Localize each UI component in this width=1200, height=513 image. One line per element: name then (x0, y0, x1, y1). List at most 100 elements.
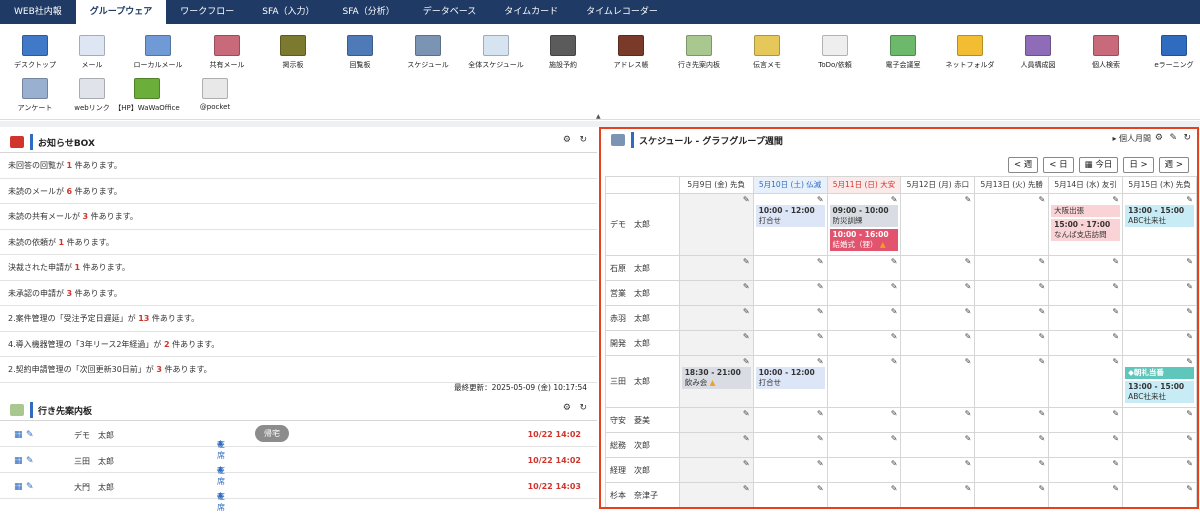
notice-item[interactable]: 4.導入機器管理の「3年リース2年経過」が 2 件あります。 (0, 332, 597, 357)
notice-item[interactable]: 2.契約申請管理の「次回更新30日前」が 3 件あります。 (0, 357, 597, 383)
member-name[interactable]: 営業 太郎 (605, 280, 680, 306)
nav-tab[interactable]: タイムレコーダー (572, 0, 672, 24)
schedule-cell[interactable]: ✎ (1122, 432, 1197, 458)
schedule-cell[interactable]: ✎ (826, 330, 902, 356)
edit-icon[interactable]: ✎ (743, 434, 750, 443)
schedule-cell[interactable]: ✎ (678, 432, 754, 458)
edit-icon[interactable]: ✎ (743, 307, 750, 316)
edit-icon[interactable]: ✎ (965, 484, 972, 493)
toolbar-facility-button[interactable]: 施設予約 (528, 30, 598, 70)
notice-item[interactable]: 未読のメールが 6 件あります。 (0, 179, 597, 204)
toolbar-local-mail-button[interactable]: ローカルメール (123, 30, 193, 70)
toolbar-group-schedule-button[interactable]: 全体スケジュール (461, 30, 531, 70)
edit-icon[interactable]: ✎ (891, 434, 898, 443)
schedule-cell[interactable]: ✎ (974, 193, 1050, 256)
calendar-icon[interactable]: ▦ (14, 456, 23, 466)
edit-icon[interactable]: ✎ (1112, 307, 1119, 316)
edit-icon[interactable]: ✎ (965, 357, 972, 366)
schedule-cell[interactable]: ✎ (1048, 432, 1124, 458)
edit-icon[interactable]: ✎ (743, 484, 750, 493)
day-header[interactable]: 5月11日 (日) 大安 (826, 176, 902, 194)
edit-icon[interactable]: ✎ (965, 409, 972, 418)
gear-icon[interactable]: ⚙ (1155, 133, 1163, 143)
refresh-icon[interactable]: ↻ (579, 403, 587, 413)
edit-icon[interactable]: ✎ (1112, 257, 1119, 266)
member-name[interactable]: 三田 太郎 (605, 355, 680, 408)
schedule-cell[interactable]: ✎ (826, 407, 902, 433)
refresh-icon[interactable]: ↻ (1183, 133, 1191, 143)
edit-icon[interactable]: ✎ (817, 357, 824, 366)
schedule-cell[interactable]: ✎ (900, 305, 976, 331)
nav-tab[interactable]: グループウェア (75, 0, 167, 24)
schedule-cell[interactable]: ✎ (1048, 305, 1124, 331)
notice-item[interactable]: 未回答の回覧が 1 件あります。 (0, 153, 597, 179)
schedule-cell[interactable]: ✎ (974, 457, 1050, 483)
schedule-cell[interactable]: ✎ (1048, 355, 1124, 408)
gear-icon[interactable]: ⚙ (563, 403, 571, 413)
toolbar-folder-button[interactable]: ネットフォルダ (935, 30, 1005, 70)
schedule-cell[interactable]: ✎ (900, 432, 976, 458)
edit-icon[interactable]: ✎ (891, 459, 898, 468)
schedule-cell[interactable]: ✎ ◆朝礼当番 13:00 - 15:00 ABC社来社 (1122, 355, 1197, 408)
edit-icon[interactable]: ✎ (1186, 282, 1193, 291)
edit-icon[interactable]: ✎ (1038, 307, 1045, 316)
edit-icon[interactable]: ✎ (1186, 459, 1193, 468)
schedule-cell[interactable]: ✎ (678, 330, 754, 356)
schedule-cell[interactable]: ✎ (1048, 407, 1124, 433)
edit-icon[interactable]: ✎ (1112, 409, 1119, 418)
member-name[interactable]: 総務 次郎 (605, 432, 680, 458)
go-home-button[interactable]: 帰宅 (255, 425, 289, 442)
schedule-cell[interactable]: ✎ (1122, 457, 1197, 483)
schedule-cell[interactable]: ✎ (900, 407, 976, 433)
toolbar-calendar-button[interactable]: スケジュール (393, 30, 463, 70)
edit-icon[interactable]: ✎ (817, 282, 824, 291)
edit-icon[interactable]: ✎ (817, 257, 824, 266)
schedule-event[interactable]: 10:00 - 16:00 結婚式（狸） ▲ (829, 229, 899, 251)
nav-tab[interactable]: SFA（入力） (248, 0, 328, 24)
notice-item[interactable]: 2.案件管理の「受注予定日遅延」が 13 件あります。 (0, 306, 597, 332)
edit-icon[interactable]: ✎ (965, 459, 972, 468)
next-day-button[interactable]: 日 > (1123, 157, 1154, 173)
nav-tab[interactable]: データベース (409, 0, 491, 24)
edit-icon[interactable]: ✎ (743, 195, 750, 204)
schedule-cell[interactable]: ✎ (678, 255, 754, 281)
edit-icon[interactable]: ✎ (817, 484, 824, 493)
edit-icon[interactable]: ✎ (1186, 195, 1193, 204)
edit-icon[interactable]: ✎ (1038, 409, 1045, 418)
schedule-cell[interactable]: ✎ 18:30 - 21:00 飲み会 ▲ (678, 355, 754, 408)
schedule-event[interactable]: 大阪出張 (1051, 205, 1121, 217)
prev-day-button[interactable]: < 日 (1043, 157, 1074, 173)
toolbar-todo-button[interactable]: ToDo/依頼 (800, 30, 870, 70)
edit-icon[interactable]: ✎ (26, 482, 34, 492)
schedule-cell[interactable]: ✎ (1048, 280, 1124, 306)
schedule-event[interactable]: 13:00 - 15:00 ABC社来社 (1125, 205, 1194, 227)
schedule-cell[interactable]: ✎ (900, 193, 976, 256)
schedule-event[interactable]: 10:00 - 12:00 打合せ (755, 367, 825, 389)
day-header[interactable]: 5月13日 (火) 先勝 (974, 176, 1050, 194)
notice-item[interactable]: 決裁された申請が 1 件あります。 (0, 255, 597, 281)
member-name[interactable]: デモ 太郎 (605, 193, 680, 256)
schedule-cell[interactable]: ✎ (752, 457, 828, 483)
edit-icon[interactable]: ✎ (1112, 195, 1119, 204)
schedule-cell[interactable]: ✎ 10:00 - 12:00 打合せ (752, 193, 828, 256)
schedule-cell[interactable]: ✎ (752, 305, 828, 331)
schedule-cell[interactable]: ✎ (1048, 457, 1124, 483)
schedule-cell[interactable]: ✎ 大阪出張 15:00 - 17:00 なんば支店訪問 (1048, 193, 1124, 256)
edit-icon[interactable]: ✎ (743, 459, 750, 468)
edit-icon[interactable]: ✎ (743, 257, 750, 266)
edit-icon[interactable]: ✎ (891, 307, 898, 316)
schedule-cell[interactable]: ✎ (1122, 482, 1197, 507)
edit-icon[interactable]: ✎ (965, 307, 972, 316)
toolbar-shared-mail-button[interactable]: 共有メール (192, 30, 262, 70)
edit-icon[interactable]: ✎ (1112, 357, 1119, 366)
notice-item[interactable]: 未承認の申請が 3 件あります。 (0, 281, 597, 306)
nav-tab[interactable]: タイムカード (490, 0, 572, 24)
member-name[interactable]: 杉本 奈津子 (605, 482, 680, 507)
edit-icon[interactable]: ✎ (1112, 332, 1119, 341)
schedule-cell[interactable]: ✎ (678, 457, 754, 483)
toolbar-elearning-button[interactable]: eラーニング (1139, 30, 1200, 70)
edit-icon[interactable]: ✎ (743, 282, 750, 291)
edit-icon[interactable]: ✎ (1038, 357, 1045, 366)
edit-icon[interactable]: ✎ (1169, 133, 1177, 143)
toolbar-wawaoffice-button[interactable]: 【HP】WaWaOffice (112, 73, 182, 113)
